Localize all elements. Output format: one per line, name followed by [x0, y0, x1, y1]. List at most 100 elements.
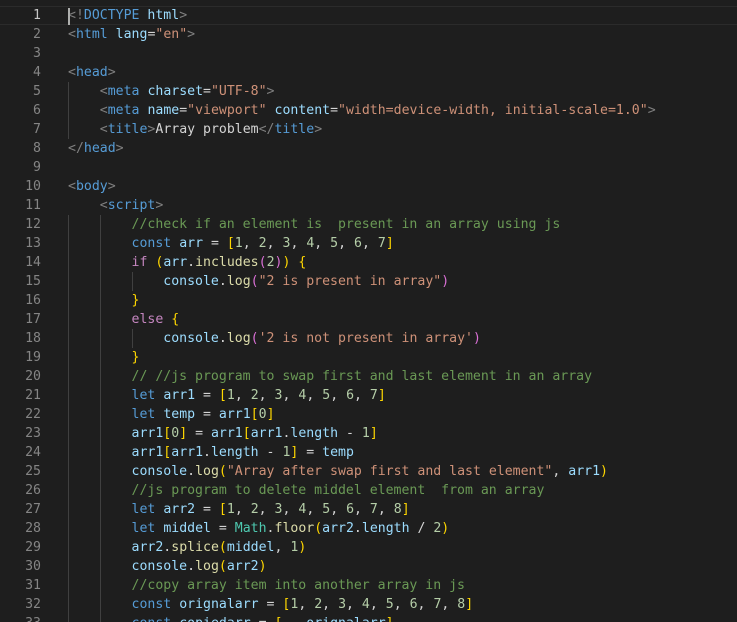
code-token: ,	[282, 502, 299, 517]
code-token: "width=device-width, initial-scale=1.0"	[338, 103, 648, 118]
code-token: 1	[226, 388, 235, 403]
line-number: 14	[25, 255, 41, 270]
code-token: ]	[369, 426, 378, 441]
code-token: ,	[234, 502, 251, 517]
code-line[interactable]: 27 let arr2 = [1, 2, 3, 4, 5, 6, 7, 8]	[0, 500, 737, 519]
code-token: 6	[354, 236, 362, 251]
code-token: ,	[298, 597, 315, 612]
code-text: const arr = [1, 2, 3, 4, 5, 6, 7]	[68, 234, 394, 253]
code-token: ]	[179, 426, 188, 441]
code-line[interactable]: 10 <body>	[0, 177, 737, 196]
code-line[interactable]: 3	[0, 44, 737, 63]
code-line[interactable]: 9	[0, 158, 737, 177]
code-token: log	[195, 559, 219, 574]
code-line[interactable]: 21 let arr1 = [1, 2, 3, 4, 5, 6, 7]	[0, 386, 737, 405]
line-number: 3	[33, 46, 41, 61]
code-line[interactable]: 12 //check if an element is present in a…	[0, 215, 737, 234]
code-text: arr1[arr1.length - 1] = temp	[68, 443, 354, 462]
code-line[interactable]: 28 let middel = Math.floor(arr2.length /…	[0, 519, 737, 538]
line-number: 17	[25, 312, 41, 327]
code-line[interactable]: 4 <head>	[0, 63, 737, 82]
code-token: Math	[234, 521, 267, 536]
code-line[interactable]: 6 <meta name="viewport" content="width=d…	[0, 101, 737, 120]
code-token: content	[274, 103, 331, 118]
code-line[interactable]: 18 console.log('2 is not present in arra…	[0, 329, 737, 348]
code-token: ,	[306, 502, 323, 517]
code-token: ]	[465, 597, 474, 612]
line-number: 27	[25, 502, 41, 517]
code-line[interactable]: 30 console.log(arr2)	[0, 557, 737, 576]
code-token: head	[75, 65, 108, 80]
code-line[interactable]: 20 // //js program to swap first and las…	[0, 367, 737, 386]
code-token: ,	[369, 597, 386, 612]
code-token: 5	[322, 388, 331, 403]
code-line[interactable]: 25 console.log("Array after swap first a…	[0, 462, 737, 481]
code-text: <head>	[68, 63, 116, 82]
code-token: <	[68, 65, 76, 80]
code-token: "viewport"	[187, 103, 267, 118]
code-token: [	[226, 236, 235, 251]
code-token: }	[131, 293, 140, 308]
line-number: 12	[25, 217, 41, 232]
code-line[interactable]: 11 <script>	[0, 196, 737, 215]
code-token: console	[163, 274, 219, 289]
code-token: -	[338, 426, 362, 441]
code-token: .	[218, 274, 227, 289]
code-token: 3	[338, 597, 347, 612]
code-token: ,	[258, 388, 275, 403]
code-token: 3	[274, 502, 283, 517]
code-token: 0	[171, 426, 180, 441]
code-line[interactable]: 15 console.log("2 is present in array")	[0, 272, 737, 291]
code-text: //copy array item into another array in …	[68, 576, 465, 595]
code-line[interactable]: 33 const copiedarr = [...orignalarr]	[0, 614, 737, 622]
code-line[interactable]: 2 <html lang="en">	[0, 25, 737, 44]
code-token: temp	[322, 445, 354, 460]
code-line[interactable]: 17 else {	[0, 310, 737, 329]
line-number: 31	[25, 578, 41, 593]
code-line[interactable]: 8 </head>	[0, 139, 737, 158]
code-line[interactable]: 24 arr1[arr1.length - 1] = temp	[0, 443, 737, 462]
code-token: (	[218, 559, 227, 574]
code-token: ...	[282, 616, 306, 622]
code-line[interactable]: 26 //js program to delete middel element…	[0, 481, 737, 500]
code-text: }	[68, 348, 140, 367]
code-token: ]	[386, 616, 394, 622]
code-text: }	[68, 291, 140, 310]
code-token: (	[314, 521, 323, 536]
code-token: (	[250, 274, 259, 289]
line-number: 20	[25, 369, 41, 384]
code-token: <!	[68, 8, 84, 23]
code-token: =	[298, 445, 323, 460]
code-line[interactable]: 13 const arr = [1, 2, 3, 4, 5, 6, 7]	[0, 234, 737, 253]
code-text: let arr1 = [1, 2, 3, 4, 5, 6, 7]	[68, 386, 386, 405]
code-line[interactable]: 7 <title>Array problem</title>	[0, 120, 737, 139]
code-line[interactable]: 29 arr2.splice(middel, 1)	[0, 538, 737, 557]
code-token: .	[218, 331, 227, 346]
line-number: 29	[25, 540, 41, 555]
code-token: 5	[322, 502, 331, 517]
code-line[interactable]: 16 }	[0, 291, 737, 310]
code-token: charset	[147, 84, 204, 99]
code-token: =	[195, 502, 219, 517]
line-number: 23	[25, 426, 41, 441]
code-line[interactable]: 14 if (arr.includes(2)) {	[0, 253, 737, 272]
code-text: arr2.splice(middel, 1)	[68, 538, 307, 557]
code-token: else	[131, 312, 164, 327]
code-token: ,	[361, 236, 378, 251]
code-line[interactable]: 31 //copy array item into another array …	[0, 576, 737, 595]
code-token: [	[250, 407, 259, 422]
code-token: copiedarr	[179, 616, 250, 622]
code-line[interactable]: 23 arr1[0] = arr1[arr1.length - 1]	[0, 424, 737, 443]
code-line[interactable]: 32 const orignalarr = [1, 2, 3, 4, 5, 6,…	[0, 595, 737, 614]
line-number: 32	[25, 597, 41, 612]
code-editor[interactable]: 1 <!DOCTYPE html> 2 <html lang="en"> 3 4 <head…	[0, 0, 737, 622]
code-token: <	[68, 179, 76, 194]
code-line[interactable]: 1 <!DOCTYPE html>	[0, 6, 737, 25]
code-token: arr1	[131, 426, 164, 441]
code-line[interactable]: 5 <meta charset="UTF-8">	[0, 82, 737, 101]
code-line[interactable]: 22 let temp = arr1[0]	[0, 405, 737, 424]
code-line[interactable]: 19 }	[0, 348, 737, 367]
code-token: log	[226, 331, 251, 346]
